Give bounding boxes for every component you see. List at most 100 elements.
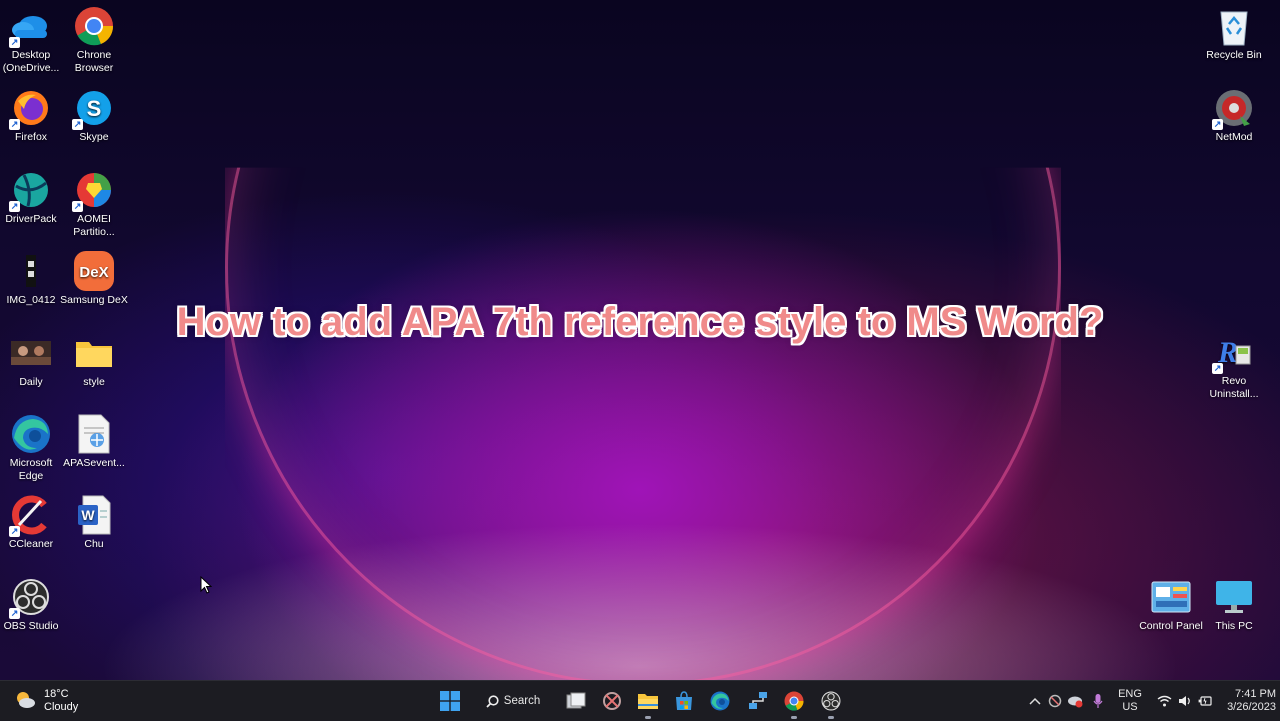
search-icon	[486, 694, 499, 708]
file-explorer-icon	[638, 694, 658, 709]
icon-label: This PC	[1215, 620, 1253, 632]
tray-onedrive-button[interactable]	[1066, 681, 1084, 721]
desktop-samsung-dex-icon[interactable]: DeX Samsung DeX	[59, 251, 129, 307]
edge-taskbar-button[interactable]	[704, 681, 736, 721]
svg-text:W: W	[81, 507, 95, 523]
xml-document-icon	[74, 414, 114, 454]
desktop-firefox-icon[interactable]: ↗ Firefox	[0, 88, 66, 144]
running-indicator	[828, 716, 834, 719]
recycle-bin-icon	[1214, 6, 1254, 46]
clock-time: 7:41 PM	[1235, 688, 1276, 700]
desktop-driverpack-icon[interactable]: ↗ DriverPack	[0, 170, 66, 226]
chrome-taskbar-button[interactable]	[778, 681, 810, 721]
svg-text:DeX: DeX	[79, 264, 108, 281]
file-explorer-button[interactable]	[632, 681, 664, 721]
icon-label: Revo Uninstall...	[1209, 375, 1259, 400]
ccleaner-icon: ↗	[9, 495, 51, 537]
desktop-chrome-icon[interactable]: Chrone Browser	[59, 6, 129, 75]
wifi-icon	[1157, 695, 1171, 707]
svg-text:S: S	[87, 96, 102, 121]
icon-label: Firefox	[14, 131, 48, 143]
running-indicator	[791, 716, 797, 719]
desktop-edge-icon[interactable]: Microsoft Edge	[0, 414, 66, 483]
icon-label: Desktop (OneDrive...	[2, 49, 60, 74]
desktop-control-panel-icon[interactable]: Control Panel	[1136, 577, 1206, 633]
running-indicator	[645, 716, 651, 719]
edge-icon	[11, 414, 51, 454]
task-view-button[interactable]	[560, 681, 592, 721]
clock-date: 3/26/2023	[1227, 701, 1276, 713]
desktop-obs-icon[interactable]: ↗ OBS Studio	[0, 577, 66, 633]
icon-label: CCleaner	[8, 538, 54, 550]
weather-widget[interactable]: 18°C Cloudy	[14, 681, 104, 721]
skype-icon: S ↗	[72, 88, 114, 130]
taskbar-app-button[interactable]	[596, 681, 628, 721]
chrome-icon	[784, 691, 804, 711]
desktop-apa-file-icon[interactable]: APASevent...	[59, 414, 129, 470]
taskbar-search-button[interactable]: Search	[475, 687, 551, 715]
desktop-this-pc-icon[interactable]: This PC	[1199, 577, 1269, 633]
network-app-icon	[749, 692, 767, 709]
microphone-button[interactable]	[1089, 681, 1107, 721]
desktop-img0412-icon[interactable]: IMG_0412	[0, 251, 66, 307]
language-code: ENG	[1118, 688, 1142, 700]
desktop-word-doc-icon[interactable]: W Chu	[59, 495, 129, 551]
onedrive-cloud-icon: ↗	[9, 6, 51, 48]
icon-label: Skype	[79, 131, 109, 143]
desktop-recycle-bin-icon[interactable]: Recycle Bin	[1199, 6, 1269, 62]
network-app-button[interactable]	[742, 681, 774, 721]
keyboard-layout: US	[1122, 701, 1138, 713]
microsoft-store-button[interactable]	[668, 681, 700, 721]
volume-icon	[1178, 696, 1190, 706]
quick-settings-button[interactable]	[1152, 681, 1216, 721]
microsoft-store-icon	[676, 691, 692, 710]
app-icon	[603, 692, 621, 710]
weather-condition: Cloudy	[44, 701, 79, 713]
language-switcher[interactable]: ENG US	[1112, 681, 1148, 721]
desktop-wallpaper: ↗ Desktop (OneDrive... Chrone Browser ↗ …	[0, 0, 1280, 680]
edge-icon	[710, 691, 730, 711]
icon-label: Daily	[19, 376, 43, 388]
firefox-icon: ↗	[9, 88, 51, 130]
driverpack-icon: ↗	[9, 170, 51, 212]
word-document-icon: W	[74, 495, 114, 535]
clock-button[interactable]: 7:41 PM 3/26/2023	[1216, 681, 1276, 721]
icon-label: Chu	[84, 538, 104, 550]
icon-label: NetMod	[1215, 131, 1253, 143]
image-file-icon	[11, 251, 51, 291]
tray-app-icon	[1048, 694, 1062, 708]
icon-label: Chrone Browser	[74, 49, 114, 74]
chrome-icon	[74, 6, 114, 46]
icon-label: Microsoft Edge	[9, 457, 53, 482]
monitor-icon	[1214, 577, 1254, 617]
aomei-partition-icon: ↗	[72, 170, 114, 212]
icon-label: OBS Studio	[3, 620, 59, 632]
microphone-icon	[1093, 694, 1103, 708]
desktop-ccleaner-icon[interactable]: ↗ CCleaner	[0, 495, 66, 551]
chevron-up-icon	[1029, 697, 1041, 705]
desktop-aomei-icon[interactable]: ↗ AOMEI Partitio...	[59, 170, 129, 239]
weather-temp: 18°C	[44, 688, 69, 700]
samsung-dex-icon: DeX	[74, 251, 114, 291]
search-label: Search	[503, 695, 541, 707]
weather-cloudy-icon	[14, 689, 36, 714]
onedrive-error-icon	[1068, 696, 1083, 708]
icon-label: Recycle Bin	[1206, 49, 1262, 61]
desktop-skype-icon[interactable]: S ↗ Skype	[59, 88, 129, 144]
icon-label: Control Panel	[1139, 620, 1203, 632]
netmod-icon: ↗	[1212, 88, 1254, 130]
tray-app-button[interactable]	[1046, 681, 1064, 721]
start-button[interactable]	[434, 681, 466, 721]
battery-icon	[1198, 696, 1212, 706]
desktop-netmod-icon[interactable]: ↗ NetMod	[1199, 88, 1269, 144]
obs-studio-icon: ↗	[9, 577, 51, 619]
obs-icon	[821, 691, 841, 711]
icon-label: AOMEI Partitio...	[73, 213, 115, 238]
mouse-cursor-icon	[200, 575, 213, 599]
taskbar: 18°C Cloudy Search ENG US 7:41 PM 3/26/2…	[0, 680, 1280, 721]
desktop-onedrive-icon[interactable]: ↗ Desktop (OneDrive...	[0, 6, 66, 75]
video-title-overlay: How to add APA 7th reference style to MS…	[176, 300, 1104, 344]
start-icon	[440, 691, 460, 711]
obs-taskbar-button[interactable]	[815, 681, 847, 721]
show-hidden-icons-button[interactable]	[1026, 681, 1044, 721]
